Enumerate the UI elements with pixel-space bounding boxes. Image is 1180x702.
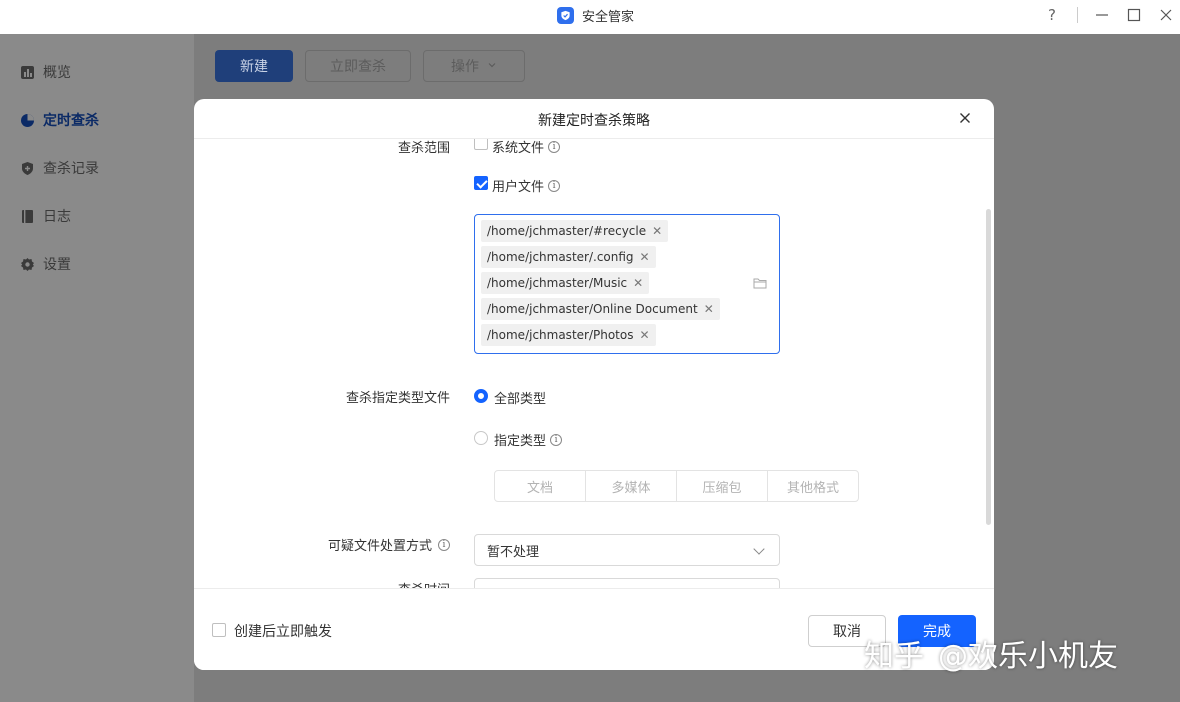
- title-bar: 安全管家 ?: [0, 0, 1180, 34]
- file-types-label: 查杀指定类型文件: [345, 391, 450, 406]
- suspicious-handling-select[interactable]: 暂不处理: [474, 534, 780, 566]
- shield-icon: [20, 161, 35, 176]
- path-tag: /home/jchmaster/#recycle ✕: [481, 220, 669, 242]
- sidebar-item-label: 日志: [43, 209, 71, 225]
- sidebar-item-label: 定时查杀: [43, 113, 99, 129]
- folder-icon[interactable]: [753, 277, 767, 289]
- maximize-icon[interactable]: [1123, 4, 1145, 26]
- info-icon[interactable]: i: [548, 140, 561, 153]
- all-types-radio[interactable]: [474, 389, 488, 403]
- path-tag-label: /home/jchmaster/.config: [487, 250, 634, 264]
- sidebar-item-label: 查杀记录: [43, 161, 99, 177]
- clock-icon: [20, 113, 35, 128]
- app-title-group: 安全管家: [557, 6, 634, 25]
- specified-types-radio[interactable]: [474, 431, 488, 445]
- minimize-icon[interactable]: [1091, 4, 1113, 26]
- path-tag: /home/jchmaster/.config ✕: [481, 246, 656, 268]
- info-icon[interactable]: i: [550, 433, 563, 446]
- segment-other-formats[interactable]: 其他格式: [768, 471, 858, 501]
- title-divider: [1077, 7, 1078, 23]
- trigger-after-create-checkbox[interactable]: [212, 623, 226, 637]
- specified-types-label: 指定类型: [494, 434, 547, 449]
- scan-scope-label: 查杀范围: [397, 141, 450, 156]
- user-files-label: 用户文件: [492, 180, 545, 195]
- sidebar-item-overview[interactable]: 概览: [20, 62, 71, 82]
- path-selector[interactable]: /home/jchmaster/#recycle ✕ /home/jchmast…: [474, 214, 780, 354]
- actions-label: 操作: [451, 59, 479, 75]
- file-type-segmented-control: 文档 多媒体 压缩包 其他格式: [494, 470, 859, 502]
- info-icon[interactable]: i: [438, 538, 450, 551]
- path-tag: /home/jchmaster/Music ✕: [481, 272, 650, 294]
- path-tag: /home/jchmaster/Online Document ✕: [481, 298, 720, 320]
- remove-tag-icon[interactable]: ✕: [704, 302, 714, 316]
- watermark: 知乎 @欢乐小机友: [864, 631, 1118, 675]
- sidebar-item-settings[interactable]: 设置: [20, 254, 71, 274]
- watermark-brand: 知乎: [864, 639, 924, 674]
- system-files-label: 系统文件: [492, 141, 545, 156]
- dialog-body[interactable]: 查杀范围 系统文件 i 用户文件 i /home/jchmaster/#recy…: [194, 139, 994, 588]
- sidebar-item-label: 概览: [43, 65, 71, 81]
- all-types-label: 全部类型: [494, 392, 547, 407]
- trigger-after-create-label: 创建后立即触发: [234, 624, 332, 640]
- scan-time-label: 查杀时间: [398, 579, 450, 588]
- system-files-checkbox[interactable]: [474, 139, 488, 150]
- remove-tag-icon[interactable]: ✕: [640, 250, 650, 264]
- path-tag-label: /home/jchmaster/#recycle: [487, 224, 647, 238]
- chevron-down-icon: [487, 58, 497, 74]
- window-title: 安全管家: [582, 10, 635, 25]
- segment-multimedia[interactable]: 多媒体: [586, 471, 677, 501]
- remove-tag-icon[interactable]: ✕: [639, 328, 649, 342]
- dialog-title: 新建定时查杀策略: [538, 113, 650, 129]
- specified-types-option: 指定类型 i: [494, 430, 563, 449]
- scan-now-button[interactable]: 立即查杀: [305, 50, 411, 82]
- user-files-checkbox[interactable]: [474, 176, 488, 190]
- suspicious-handling-label-group: 可疑文件处置方式 i: [328, 535, 450, 554]
- path-tag-label: /home/jchmaster/Online Document: [487, 302, 698, 316]
- chevron-down-icon: [753, 543, 765, 555]
- gear-icon: [20, 257, 35, 272]
- info-icon[interactable]: i: [548, 179, 561, 192]
- path-tag-label: /home/jchmaster/Music: [487, 276, 628, 290]
- user-files-option: 用户文件 i: [492, 176, 561, 195]
- dialog-header: 新建定时查杀策略: [194, 99, 994, 139]
- path-tag: /home/jchmaster/Photos ✕: [481, 324, 656, 346]
- new-scan-policy-dialog: 新建定时查杀策略 查杀范围 系统文件 i 用户文件 i /home/jchmas…: [194, 99, 994, 670]
- remove-tag-icon[interactable]: ✕: [652, 224, 662, 238]
- suspicious-handling-value: 暂不处理: [487, 544, 540, 560]
- suspicious-handling-label: 可疑文件处置方式: [327, 539, 432, 554]
- sidebar-item-scan-records[interactable]: 查杀记录: [20, 158, 99, 178]
- shield-logo-icon: [557, 7, 574, 24]
- book-icon: [20, 209, 35, 224]
- path-tag-label: /home/jchmaster/Photos: [487, 328, 634, 342]
- segment-documents[interactable]: 文档: [495, 471, 586, 501]
- new-button[interactable]: 新建: [215, 50, 293, 82]
- scan-time-select[interactable]: [474, 578, 780, 588]
- system-files-option: 系统文件 i: [492, 139, 561, 156]
- remove-tag-icon[interactable]: ✕: [633, 276, 643, 290]
- sidebar: 概览 定时查杀 查杀记录 日志 设置: [0, 34, 194, 702]
- close-window-icon[interactable]: [1155, 4, 1177, 26]
- chart-icon: [20, 65, 35, 80]
- sidebar-item-label: 设置: [43, 257, 71, 273]
- scrollbar[interactable]: [986, 209, 991, 525]
- sidebar-item-scheduled-scan[interactable]: 定时查杀: [20, 110, 99, 130]
- segment-archives[interactable]: 压缩包: [677, 471, 768, 501]
- sidebar-item-logs[interactable]: 日志: [20, 206, 71, 226]
- close-icon[interactable]: [956, 109, 974, 127]
- watermark-handle: @欢乐小机友: [938, 639, 1118, 674]
- actions-dropdown[interactable]: 操作: [423, 50, 525, 82]
- help-icon[interactable]: ?: [1041, 4, 1063, 26]
